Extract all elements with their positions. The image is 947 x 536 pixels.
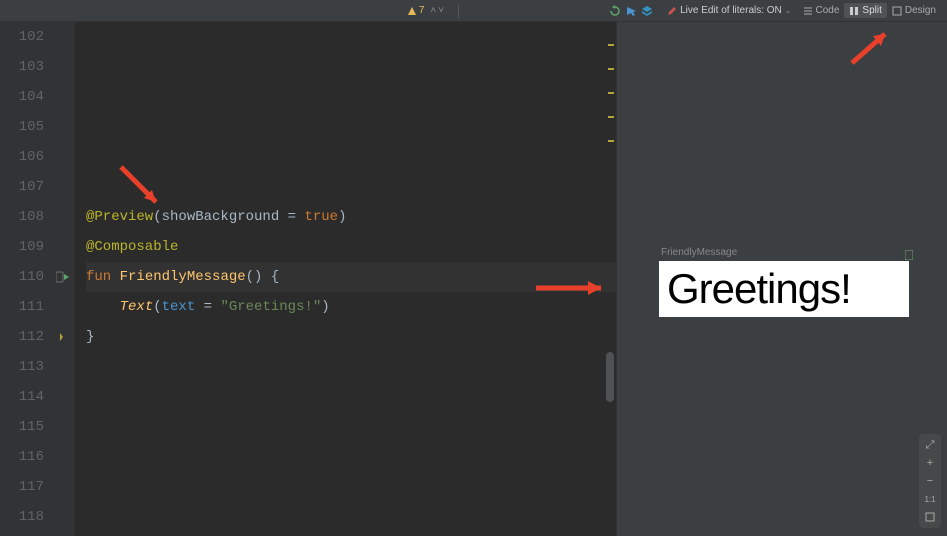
scrollbar-thumb[interactable] <box>606 352 614 402</box>
line-number: 113 <box>0 352 44 382</box>
live-edit-label: Live Edit of literals: ON <box>680 5 782 16</box>
warnings-count: 7 <box>419 5 425 16</box>
view-mode-switcher: Code Split Design <box>798 3 942 18</box>
code-icon <box>803 6 813 16</box>
line-number: 111 <box>0 292 44 322</box>
token-textcall: Text <box>120 299 154 315</box>
layers-icon[interactable] <box>641 5 653 17</box>
token-args-close: ) <box>338 209 346 225</box>
zoom-out-button[interactable]: − <box>921 472 939 490</box>
line-number: 118 <box>0 502 44 532</box>
viewmode-code-label: Code <box>816 5 840 16</box>
zoom-reset-button[interactable] <box>921 508 939 526</box>
token-string: "Greetings!" <box>220 299 321 315</box>
zoom-fit-button[interactable]: 1:1 <box>921 490 939 508</box>
line-number: 116 <box>0 442 44 472</box>
viewmode-design-label: Design <box>905 5 936 16</box>
preview-greeting-text: Greetings! <box>667 265 851 313</box>
line-number: 106 <box>0 142 44 172</box>
design-icon <box>892 6 902 16</box>
refresh-icon[interactable] <box>609 5 621 17</box>
pencil-icon <box>667 6 677 16</box>
gutter-icons-column <box>50 22 76 536</box>
caret-down-icon[interactable]: ˅ <box>438 5 444 16</box>
token-fun: fun <box>86 269 111 285</box>
viewmode-split-button[interactable]: Split <box>844 3 886 18</box>
interactive-icon[interactable] <box>625 5 637 17</box>
line-number: 102 <box>0 22 44 52</box>
line-number: 114 <box>0 382 44 412</box>
zoom-in-button[interactable]: + <box>921 454 939 472</box>
preview-pane: FriendlyMessage Greetings! ⤢ + − 1:1 <box>616 22 947 536</box>
warnings-indicator[interactable]: 7 ˄ ˅ <box>407 5 444 16</box>
token-annotation: @Preview <box>86 209 153 225</box>
line-number: 107 <box>0 172 44 202</box>
chevron-down-icon: ⌄ <box>785 6 792 15</box>
token-true: true <box>304 209 338 225</box>
token-sig: () { <box>246 269 280 285</box>
minimap-markers <box>608 44 614 536</box>
line-number: 115 <box>0 412 44 442</box>
code-editor-pane: 102 103 104 105 106 107 108 109 110 111 … <box>0 22 616 536</box>
token-param: text <box>162 299 196 315</box>
line-number: 104 <box>0 82 44 112</box>
annotation-arrow-3 <box>847 28 897 73</box>
viewmode-split-label: Split <box>862 5 881 16</box>
token-close-brace: } <box>86 329 94 345</box>
line-number: 110 <box>0 262 44 292</box>
line-number: 109 <box>0 232 44 262</box>
caret-up-icon[interactable]: ˄ <box>430 5 436 16</box>
preview-label: FriendlyMessage <box>661 247 737 258</box>
zoom-expand-button[interactable]: ⤢ <box>921 436 939 454</box>
line-number: 108 <box>0 202 44 232</box>
compose-preview-card[interactable]: Greetings! <box>659 261 909 317</box>
viewmode-code-button[interactable]: Code <box>798 3 845 18</box>
collapse-gutter-icon[interactable] <box>50 322 75 352</box>
code-text-area[interactable]: @Preview(showBackground = true) @Composa… <box>76 22 616 536</box>
split-icon <box>849 6 859 16</box>
line-number: 105 <box>0 112 44 142</box>
square-icon <box>925 512 935 522</box>
live-edit-toggle[interactable]: Live Edit of literals: ON ⌄ <box>667 5 791 16</box>
line-number: 103 <box>0 52 44 82</box>
device-icon[interactable] <box>905 247 913 255</box>
line-number-gutter: 102 103 104 105 106 107 108 109 110 111 … <box>0 22 50 536</box>
zoom-controls: ⤢ + − 1:1 <box>919 434 941 528</box>
toolbar-divider <box>458 4 459 18</box>
run-gutter-icon[interactable] <box>50 262 75 292</box>
viewmode-design-button[interactable]: Design <box>887 3 941 18</box>
token-funcname: FriendlyMessage <box>120 269 246 285</box>
line-number: 112 <box>0 322 44 352</box>
warning-icon <box>407 6 417 16</box>
top-toolbar: 7 ˄ ˅ Live Edit of literals: ON ⌄ Code S… <box>0 0 947 22</box>
line-number: 117 <box>0 472 44 502</box>
token-args: (showBackground = <box>153 209 304 225</box>
token-annotation: @Composable <box>86 239 178 255</box>
main-area: 102 103 104 105 106 107 108 109 110 111 … <box>0 22 947 536</box>
